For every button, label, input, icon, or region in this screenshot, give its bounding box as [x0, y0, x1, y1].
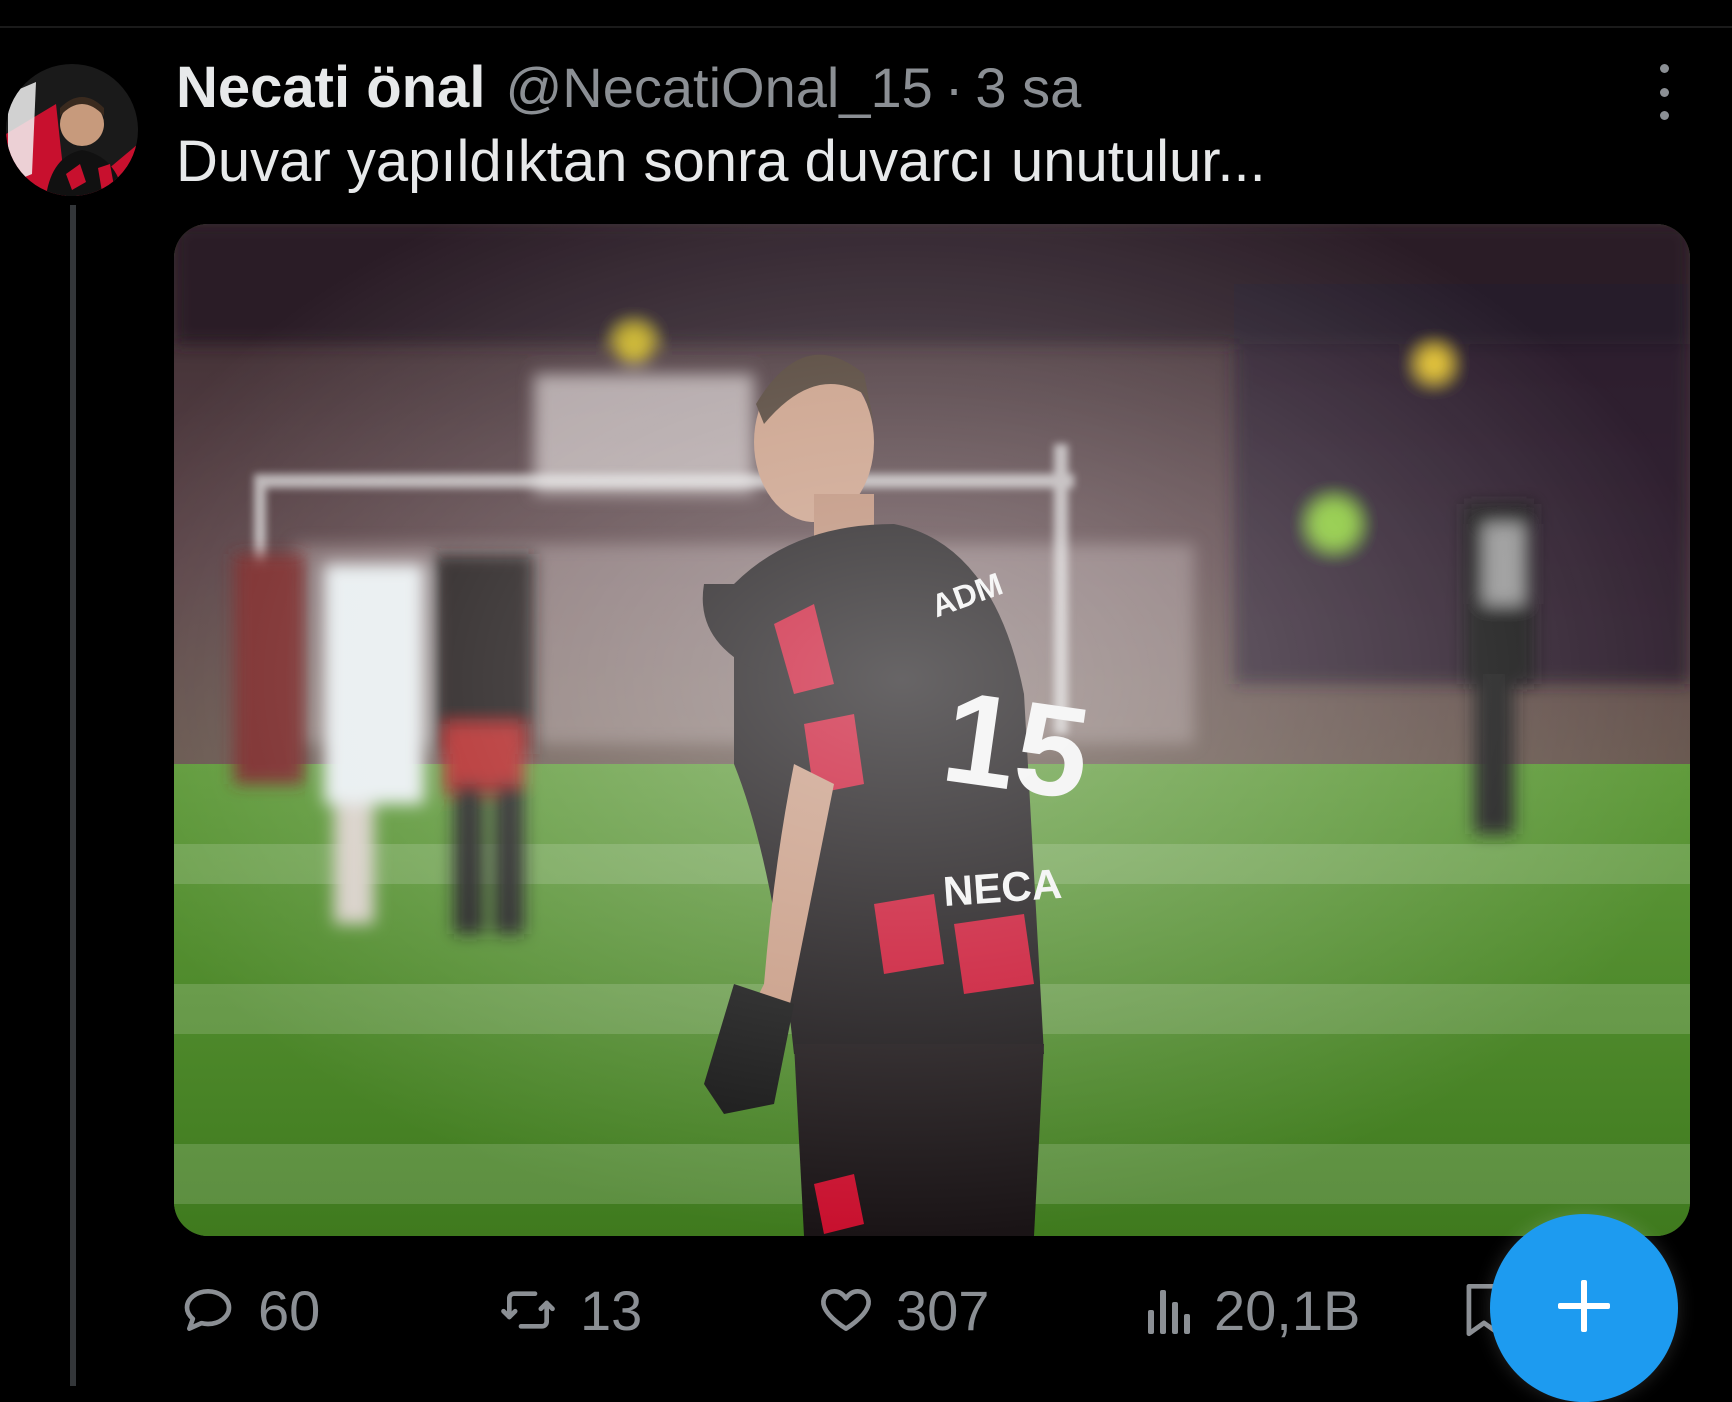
- views-button[interactable]: 20,1B: [1144, 1270, 1360, 1350]
- retweet-icon: [498, 1282, 558, 1338]
- plus-icon: [1552, 1274, 1616, 1343]
- heart-icon: [818, 1282, 874, 1338]
- retweet-count: 13: [580, 1278, 643, 1342]
- timestamp[interactable]: 3 sa: [975, 55, 1081, 120]
- like-count: 307: [896, 1278, 990, 1342]
- tweet-media-image[interactable]: 15 NECA ADM: [174, 224, 1690, 1236]
- separator: ·: [944, 55, 964, 119]
- tweet-text: Duvar yapıldıktan sonra duvarcı unutulur…: [176, 129, 1266, 194]
- display-name[interactable]: Necati önal: [176, 54, 485, 121]
- more-options-icon[interactable]: [1648, 64, 1680, 120]
- reply-icon: [180, 1282, 236, 1338]
- user-handle[interactable]: @NecatiOnal_15: [505, 55, 932, 120]
- tweet-header: Necati önal @NecatiOnal_15 · 3 sa: [176, 52, 1081, 122]
- retweet-button[interactable]: 13: [498, 1270, 642, 1350]
- action-bar: 60 13 307 20,1B: [0, 1270, 1732, 1350]
- like-button[interactable]: 307: [818, 1270, 989, 1350]
- views-count: 20,1B: [1214, 1278, 1361, 1342]
- reply-count: 60: [258, 1278, 321, 1342]
- views-icon: [1144, 1282, 1192, 1338]
- reply-button[interactable]: 60: [180, 1270, 320, 1350]
- avatar[interactable]: [6, 64, 138, 196]
- thread-line: [70, 205, 76, 1386]
- compose-button[interactable]: [1490, 1214, 1678, 1402]
- top-divider: [0, 26, 1732, 28]
